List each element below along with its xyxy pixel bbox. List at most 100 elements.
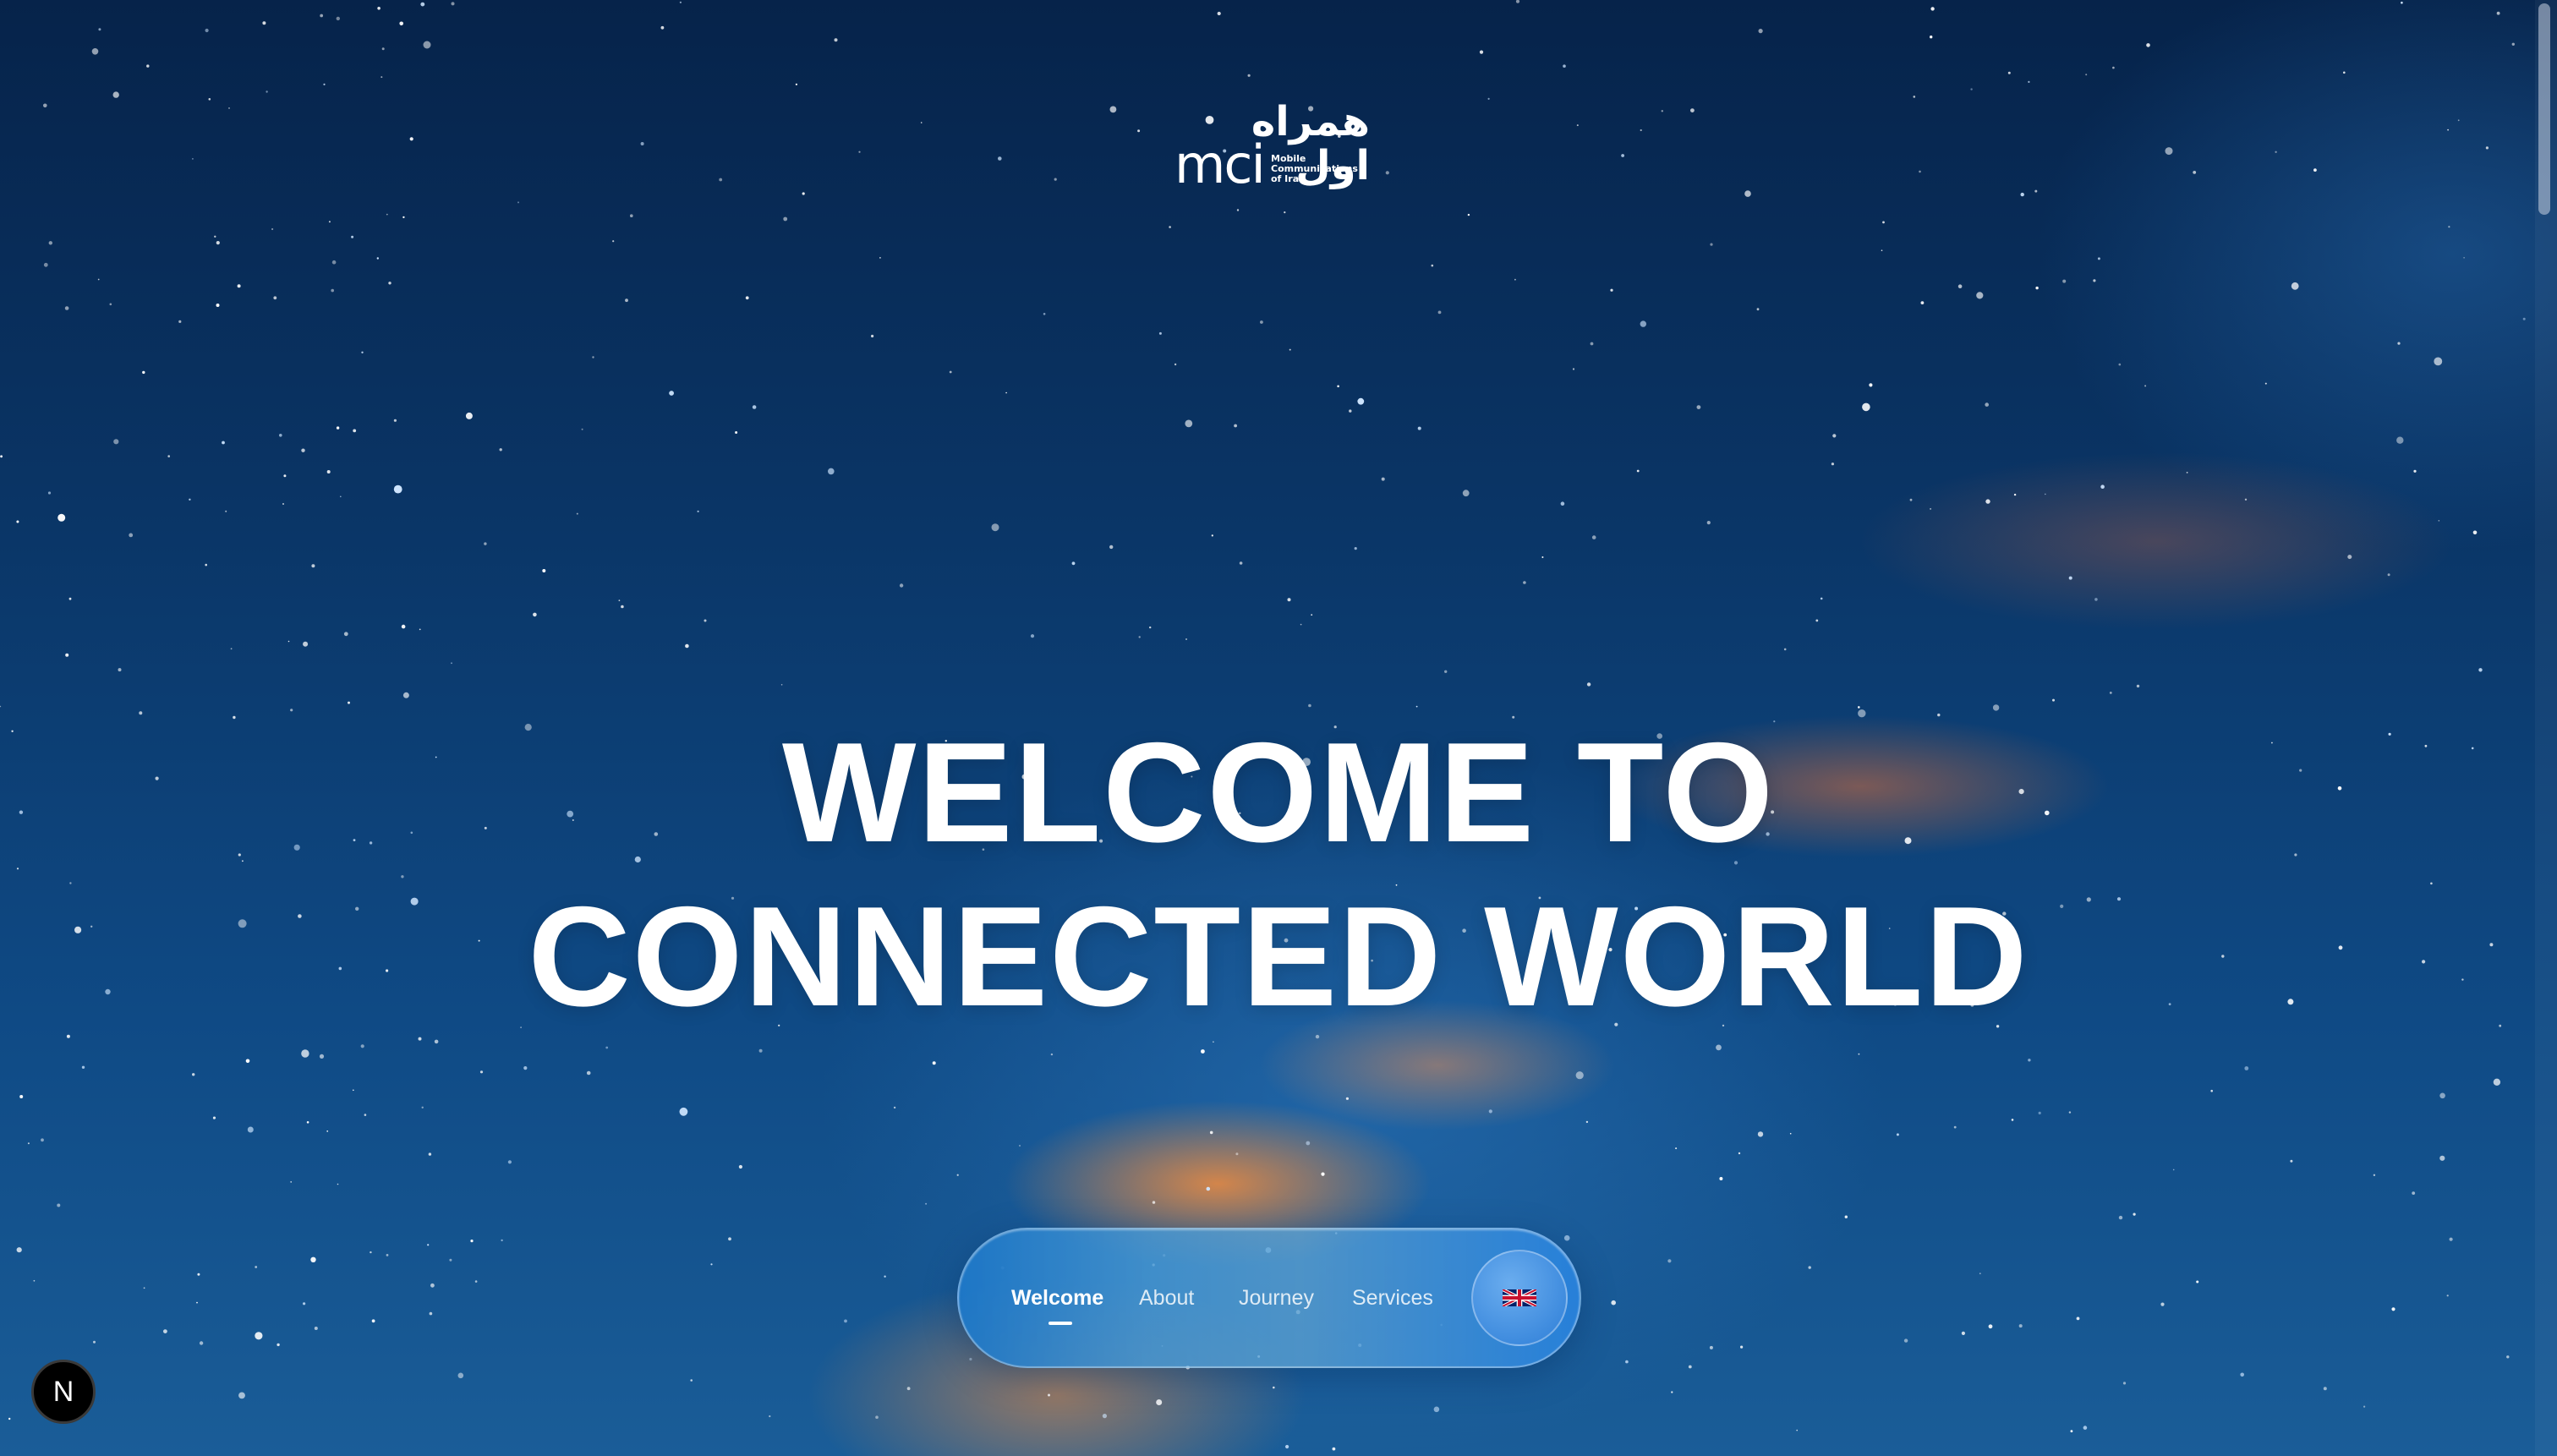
star xyxy=(1985,402,1989,407)
star xyxy=(118,668,122,672)
star xyxy=(1757,1131,1764,1137)
language-switch-button[interactable] xyxy=(1471,1250,1568,1346)
star xyxy=(1431,264,1434,267)
star xyxy=(1050,1053,1054,1056)
star xyxy=(2122,1382,2127,1385)
star xyxy=(196,1301,198,1304)
star xyxy=(237,284,241,288)
star xyxy=(612,240,615,243)
star xyxy=(1961,1331,1965,1335)
nextjs-dev-badge[interactable]: N xyxy=(31,1360,96,1424)
star xyxy=(2165,147,2173,156)
star xyxy=(2097,257,2100,260)
star xyxy=(1706,521,1711,525)
star xyxy=(679,1107,688,1116)
star xyxy=(192,1073,195,1076)
star xyxy=(1137,129,1141,133)
star xyxy=(208,98,211,101)
star xyxy=(2034,189,2038,193)
star xyxy=(1930,7,1935,11)
star xyxy=(1030,634,1035,638)
star xyxy=(605,1046,609,1049)
star xyxy=(1820,597,1823,600)
star xyxy=(470,1240,474,1243)
star xyxy=(2493,1078,2501,1087)
star xyxy=(2313,168,2317,172)
star xyxy=(1640,129,1642,132)
star xyxy=(1591,535,1596,539)
scrollbar-thumb[interactable] xyxy=(2538,3,2550,215)
star xyxy=(1285,1444,1289,1449)
star xyxy=(1289,348,1291,351)
star xyxy=(216,304,220,307)
star xyxy=(273,296,277,300)
star xyxy=(1236,209,1240,211)
star xyxy=(1479,50,1484,54)
star xyxy=(2522,317,2526,320)
star xyxy=(2083,1426,2088,1430)
star xyxy=(1585,1120,1589,1124)
star xyxy=(1349,409,1352,413)
star xyxy=(2112,66,2115,69)
star xyxy=(1149,626,1152,629)
nav-item-services[interactable]: Services xyxy=(1352,1229,1433,1366)
star xyxy=(434,1039,439,1044)
hero-headline-line-2: CONNECTED WORLD xyxy=(528,877,2029,1036)
star xyxy=(1158,331,1162,335)
star xyxy=(189,498,191,501)
star xyxy=(277,1343,280,1347)
star xyxy=(388,282,391,285)
star xyxy=(586,1070,591,1076)
star xyxy=(1054,178,1057,181)
star xyxy=(393,484,402,494)
star xyxy=(932,1061,936,1065)
star xyxy=(1930,507,1932,510)
star xyxy=(2062,279,2067,283)
star xyxy=(2136,684,2140,688)
star xyxy=(1808,1266,1811,1269)
star xyxy=(1048,1393,1050,1397)
star xyxy=(745,296,749,300)
star xyxy=(2240,1372,2244,1377)
star xyxy=(1109,106,1117,113)
star xyxy=(1667,1259,1672,1263)
star xyxy=(2133,1212,2136,1216)
star xyxy=(783,216,788,222)
star xyxy=(618,599,621,602)
star xyxy=(1575,1071,1584,1080)
star xyxy=(1920,301,1925,304)
page-scrollbar[interactable] xyxy=(2535,0,2557,1456)
star xyxy=(314,1327,318,1330)
star xyxy=(576,512,578,515)
star xyxy=(2343,71,2346,74)
nav-item-about[interactable]: About xyxy=(1139,1229,1194,1366)
star xyxy=(2447,129,2450,131)
star xyxy=(163,1329,167,1333)
star xyxy=(205,563,207,567)
star xyxy=(465,412,473,419)
star xyxy=(920,122,923,123)
star xyxy=(1487,97,1490,100)
star xyxy=(660,25,665,30)
star xyxy=(1467,213,1470,216)
star xyxy=(893,1106,896,1109)
star xyxy=(1586,682,1591,687)
star xyxy=(2068,576,2072,580)
star xyxy=(2511,42,2515,46)
star xyxy=(2264,382,2267,385)
nav-item-journey[interactable]: Journey xyxy=(1239,1229,1314,1366)
star xyxy=(2472,530,2478,535)
star xyxy=(780,684,783,686)
star xyxy=(320,14,324,18)
star xyxy=(2028,80,2030,83)
star xyxy=(2439,1092,2445,1099)
nav-item-welcome[interactable]: Welcome xyxy=(1011,1229,1103,1366)
star xyxy=(1300,623,1302,626)
star xyxy=(1488,1109,1492,1114)
star xyxy=(360,1044,364,1048)
star xyxy=(1869,383,1873,387)
star xyxy=(1675,1147,1678,1150)
star xyxy=(1815,619,1819,622)
star xyxy=(1185,638,1187,640)
mci-logo[interactable]: همراه اول mci Mobile Communications of I… xyxy=(1171,100,1371,191)
